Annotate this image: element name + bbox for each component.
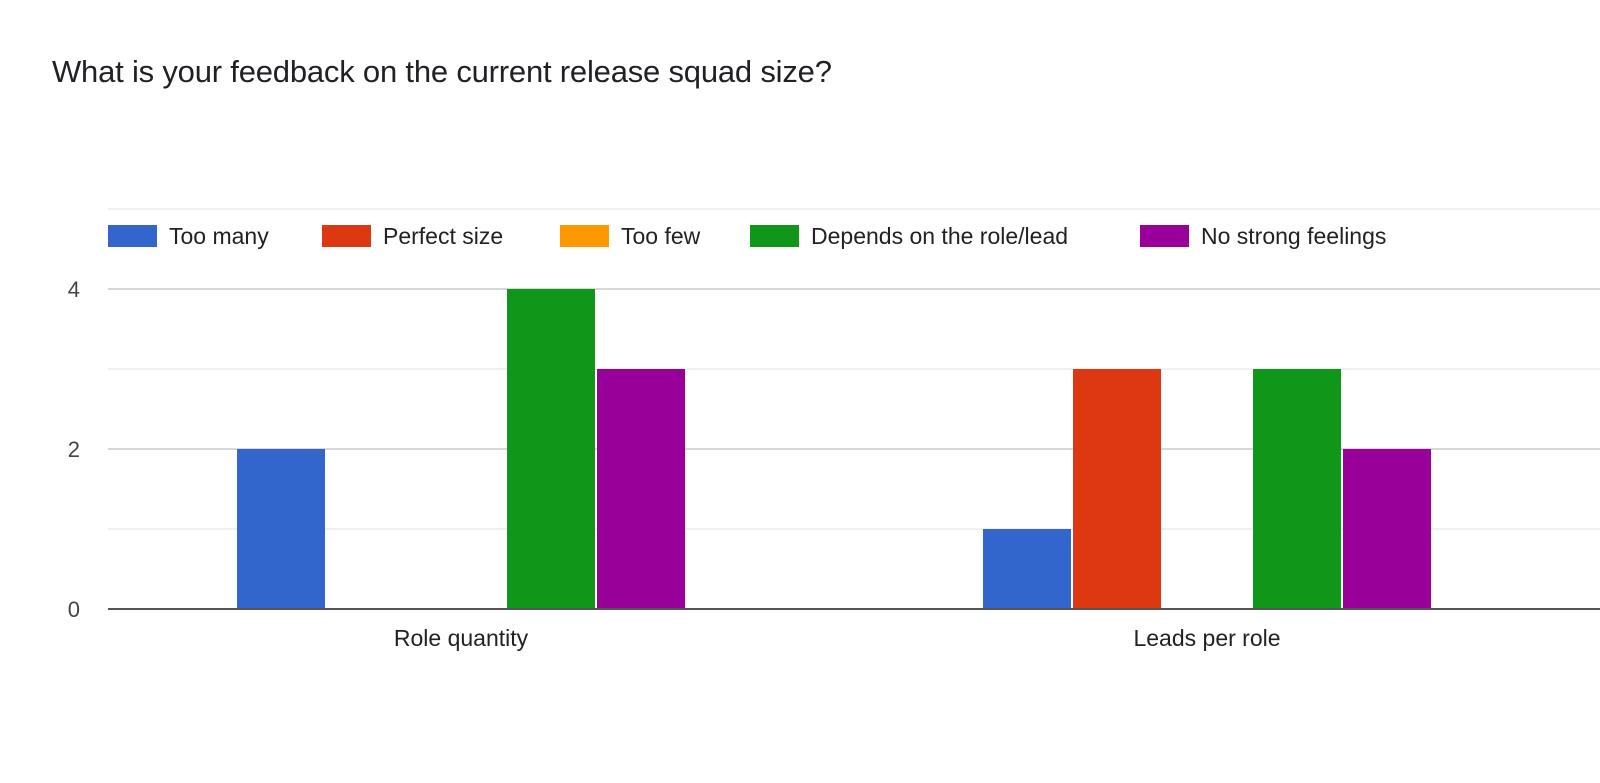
bar-no-strong-feelings-leads-per-role[interactable] xyxy=(1343,449,1431,609)
bar-perfect-size-leads-per-role[interactable] xyxy=(1073,369,1161,609)
legend-label: Perfect size xyxy=(383,223,503,249)
bar-chart: Too many Perfect size Too few Depends on th… xyxy=(68,208,1600,651)
legend-label: Too many xyxy=(169,223,269,249)
x-category-label: Leads per role xyxy=(1133,625,1280,651)
bar-depends-on-the-role-lead-leads-per-role[interactable] xyxy=(1253,369,1341,609)
legend-label: Too few xyxy=(621,223,701,249)
legend-item[interactable]: Too many xyxy=(108,223,269,249)
y-tick-label: 4 xyxy=(68,277,80,302)
y-tick-label: 2 xyxy=(68,437,80,462)
legend-swatch xyxy=(560,225,609,247)
bar-no-strong-feelings-role-quantity[interactable] xyxy=(597,369,685,609)
bar-too-many-role-quantity[interactable] xyxy=(237,449,325,609)
legend-swatch xyxy=(1140,225,1189,247)
bar-too-many-leads-per-role[interactable] xyxy=(983,529,1071,609)
legend-swatch xyxy=(108,225,157,247)
legend-swatch xyxy=(322,225,371,247)
legend: Too many Perfect size Too few Depends on th… xyxy=(108,223,1386,249)
legend-item[interactable]: Too few xyxy=(560,223,701,249)
bar-depends-on-the-role-lead-role-quantity[interactable] xyxy=(507,289,595,609)
legend-label: No strong feelings xyxy=(1201,223,1386,249)
legend-item[interactable]: Perfect size xyxy=(322,223,503,249)
legend-item[interactable]: No strong feelings xyxy=(1140,223,1386,249)
x-category-label: Role quantity xyxy=(394,625,529,651)
legend-label: Depends on the role/lead xyxy=(811,223,1068,249)
y-tick-label: 0 xyxy=(68,597,80,622)
legend-swatch xyxy=(750,225,799,247)
legend-item[interactable]: Depends on the role/lead xyxy=(750,223,1068,249)
